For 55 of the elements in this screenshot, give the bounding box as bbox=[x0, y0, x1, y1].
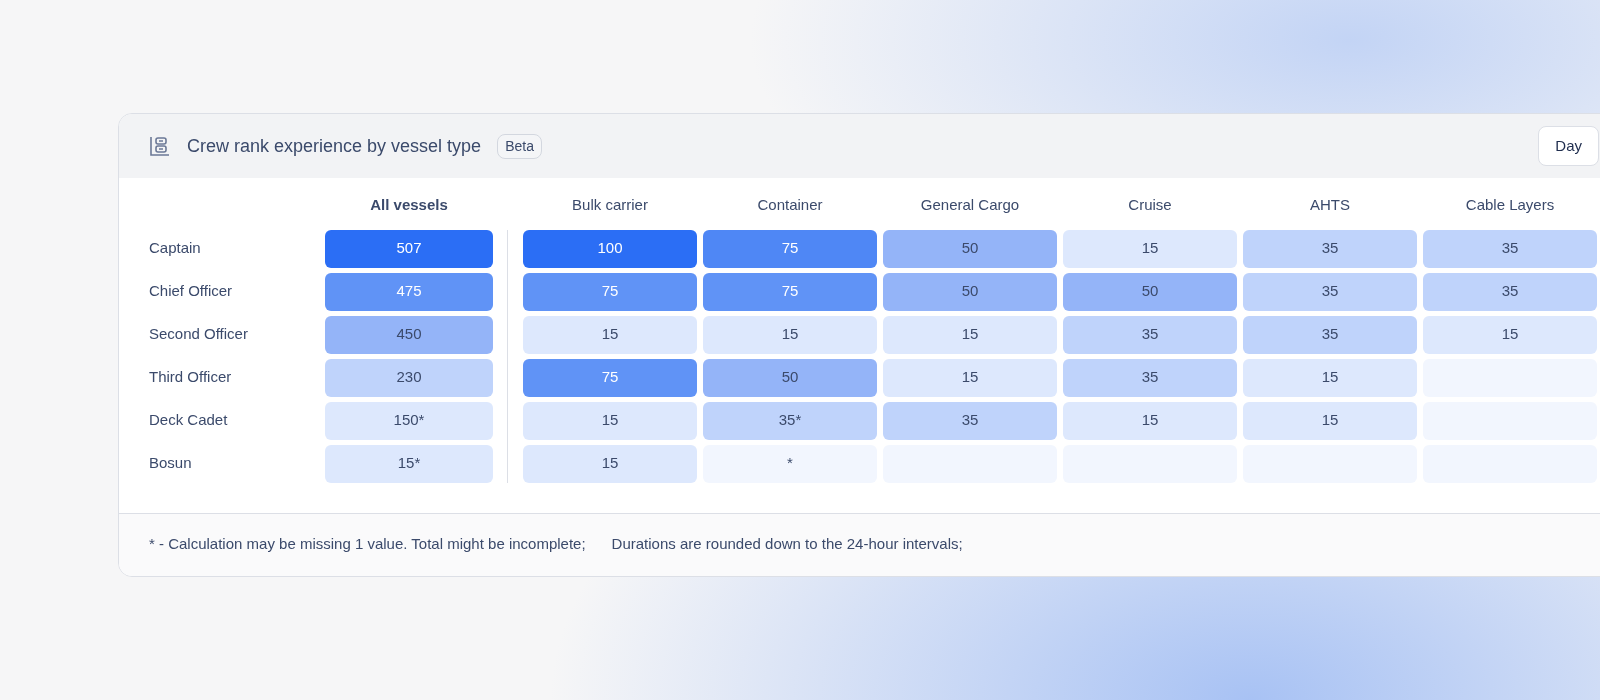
heatmap-cell: 15* bbox=[325, 444, 493, 483]
heatmap-cell: 75 bbox=[523, 272, 697, 311]
heatmap-cell: 35 bbox=[1423, 272, 1597, 311]
heatmap-cell: 230 bbox=[325, 358, 493, 397]
column-header: Cable Layers bbox=[1464, 195, 1556, 215]
column-header: AHTS bbox=[1309, 195, 1351, 215]
column-header: Container bbox=[756, 195, 824, 215]
row-label: Second Officer bbox=[149, 324, 249, 345]
heatmap-cell: 450 bbox=[325, 315, 493, 354]
heatmap-cell: 15 bbox=[523, 401, 697, 440]
row-label: Chief Officer bbox=[149, 281, 234, 302]
heatmap-cell: 100 bbox=[523, 229, 697, 268]
heatmap-cell: * bbox=[703, 444, 877, 483]
heatmap-cell: 15 bbox=[523, 444, 697, 483]
heatmap-cell: 35 bbox=[1243, 229, 1417, 268]
heatmap-cell: 35 bbox=[1243, 272, 1417, 311]
table-icon bbox=[149, 135, 171, 157]
footnote: Durations are rounded down to the 24-hour intervals; bbox=[611, 533, 963, 554]
heatmap-cell: 15 bbox=[1243, 401, 1417, 440]
heatmap-cell: 15 bbox=[1063, 229, 1237, 268]
card-title: Crew rank experience by vessel type bbox=[187, 134, 482, 158]
heatmap-cell: 15 bbox=[1243, 358, 1417, 397]
heatmap-cell: 15 bbox=[883, 358, 1057, 397]
footnote: * - Calculation may be missing 1 value. Total might be incomplete; bbox=[149, 533, 586, 554]
column-header: All vessels bbox=[369, 195, 449, 215]
heatmap-cell: 50 bbox=[883, 272, 1057, 311]
column-header: Cruise bbox=[1127, 195, 1173, 215]
column-header: General Cargo bbox=[919, 195, 1021, 215]
row-label: Captain bbox=[149, 238, 202, 259]
heatmap-cell: 50 bbox=[703, 358, 877, 397]
period-dropdown[interactable]: Day bbox=[1538, 125, 1599, 167]
heatmap-cell: 35* bbox=[703, 401, 877, 440]
heatmap-cell: 15 bbox=[1063, 401, 1237, 440]
heatmap-cell: 507 bbox=[325, 229, 493, 268]
heatmap-cell: 50 bbox=[1063, 272, 1237, 311]
heatmap-cell: 15 bbox=[523, 315, 697, 354]
heatmap-cell: 150* bbox=[325, 401, 493, 440]
heatmap-cell: 50 bbox=[883, 229, 1057, 268]
heatmap-cell: 15 bbox=[883, 315, 1057, 354]
heatmap-cell: 35 bbox=[883, 401, 1057, 440]
row-label: Third Officer bbox=[149, 367, 233, 388]
row-label: Bosun bbox=[149, 453, 193, 474]
heatmap-cell: 35 bbox=[1423, 229, 1597, 268]
heatmap-cell: 35 bbox=[1063, 315, 1237, 354]
heatmap-cell: 35 bbox=[1063, 358, 1237, 397]
heatmap-cell: 75 bbox=[703, 272, 877, 311]
beta-badge: Beta bbox=[497, 133, 542, 159]
heatmap-cell: 15 bbox=[1423, 315, 1597, 354]
row-label: Deck Cadet bbox=[149, 410, 229, 431]
column-header: Bulk carrier bbox=[571, 195, 649, 215]
heatmap-cell: 75 bbox=[523, 358, 697, 397]
heatmap-cell: 75 bbox=[703, 229, 877, 268]
heatmap-cell: 35 bbox=[1243, 315, 1417, 354]
heatmap-cell: 475 bbox=[325, 272, 493, 311]
heatmap-cell: 15 bbox=[703, 315, 877, 354]
